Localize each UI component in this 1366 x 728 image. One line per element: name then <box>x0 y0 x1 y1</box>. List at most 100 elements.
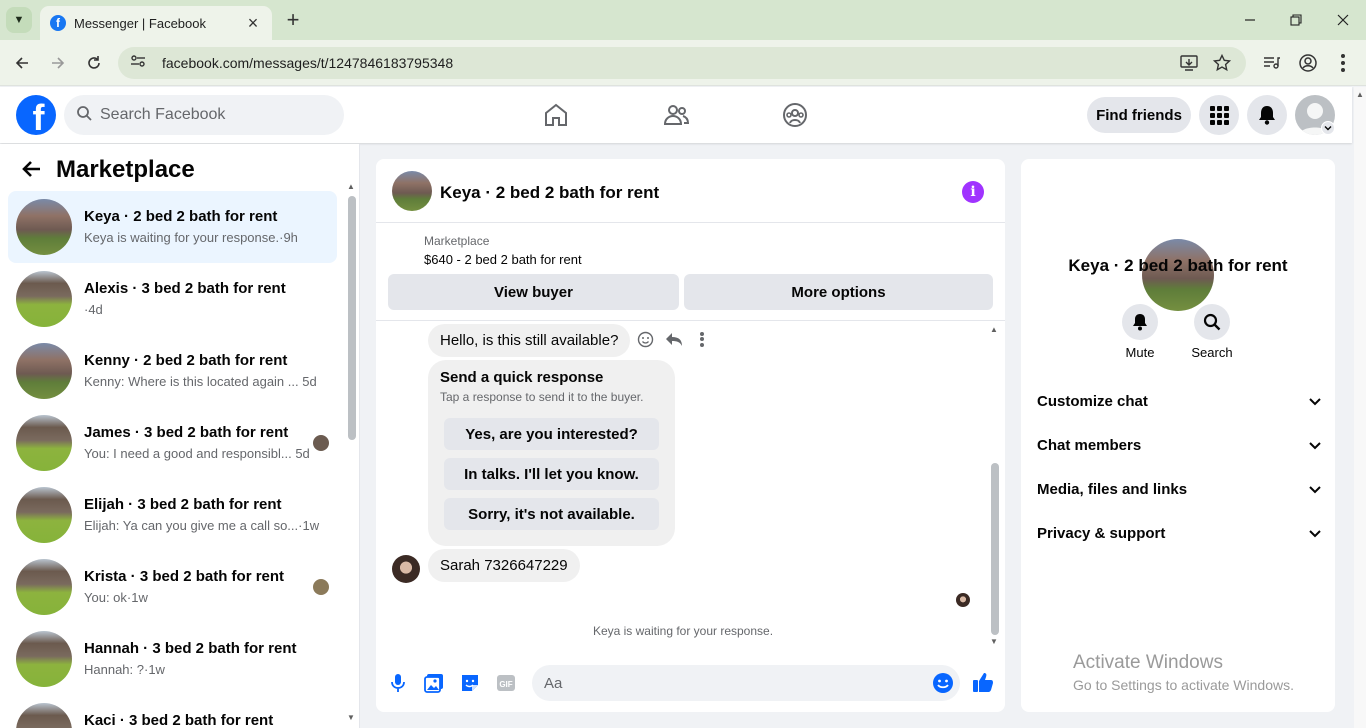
back-arrow-icon[interactable] <box>20 158 44 184</box>
page-scrollbar[interactable] <box>1354 87 1366 728</box>
message-more-icon[interactable] <box>696 331 708 348</box>
message-composer[interactable] <box>532 665 960 701</box>
browser-tab[interactable]: f Messenger | Facebook × <box>40 6 272 40</box>
chat-listing-avatar[interactable] <box>392 171 432 211</box>
new-tab-icon[interactable]: + <box>282 8 304 32</box>
conversation-name: Elijah · 3 bed 2 bath for rent <box>84 496 282 513</box>
conversation-preview: Keya is waiting for your response. <box>84 230 280 245</box>
section-label: Media, files and links <box>1037 480 1188 498</box>
conversation-item[interactable]: Hannah · 3 bed 2 bath for rent Hannah: ?… <box>8 623 337 695</box>
conversation-item[interactable]: Alexis · 3 bed 2 bath for rent ·4d <box>8 263 337 335</box>
tab-title: Messenger | Facebook <box>74 15 206 31</box>
scroll-up-icon[interactable]: ▲ <box>990 325 998 334</box>
view-buyer-button[interactable]: View buyer <box>388 274 679 310</box>
conversation-time: 5d <box>295 446 310 461</box>
search-icon <box>76 105 92 126</box>
conversation-time: ·1w <box>126 590 148 605</box>
message-bubble[interactable]: Sarah 7326647229 <box>428 549 580 582</box>
more-options-button[interactable]: More options <box>684 274 993 310</box>
profile-icon[interactable] <box>1298 53 1318 78</box>
conversation-time: 5d <box>302 374 317 389</box>
menu-grid-icon[interactable] <box>1199 95 1239 135</box>
windows-activation-subtitle: Go to Settings to activate Windows. <box>1073 677 1294 693</box>
conversation-item[interactable]: Krista · 3 bed 2 bath for rent You: ok·1… <box>8 551 337 623</box>
conversation-preview: Hannah: ? <box>84 662 144 677</box>
mute-label: Mute <box>1125 345 1155 360</box>
scroll-down-icon[interactable]: ▼ <box>990 637 998 646</box>
divider <box>376 222 1005 223</box>
chat-members-section[interactable]: Chat members <box>1037 433 1321 457</box>
scroll-up-icon[interactable]: ▲ <box>347 182 355 191</box>
facebook-search-input[interactable] <box>100 106 320 124</box>
message-bubble[interactable]: Hello, is this still available? <box>428 324 631 357</box>
sticker-icon[interactable] <box>459 672 481 694</box>
conversation-name: Krista · 3 bed 2 bath for rent <box>84 568 285 585</box>
forward-icon[interactable] <box>47 52 69 74</box>
read-receipt-avatar <box>956 593 970 607</box>
reload-icon[interactable] <box>83 52 105 74</box>
quick-reply-button[interactable]: Yes, are you interested? <box>444 418 659 450</box>
listing-thumbnail <box>16 199 72 255</box>
chat-scrollbar[interactable] <box>991 463 999 635</box>
conversation-name: Hannah · 3 bed 2 bath for rent <box>84 640 297 657</box>
media-files-links-section[interactable]: Media, files and links <box>1037 477 1321 501</box>
divider <box>376 320 1005 321</box>
thumbs-up-icon[interactable] <box>972 671 994 698</box>
conversation-item[interactable]: Kaci · 3 bed 2 bath for rent <box>8 695 337 728</box>
scroll-down-icon[interactable]: ▼ <box>347 713 355 722</box>
conversation-item[interactable]: Elijah · 3 bed 2 bath for rent Elijah: Y… <box>8 479 337 551</box>
conversation-name: Kaci · 3 bed 2 bath for rent <box>84 712 274 728</box>
listing-thumbnail <box>16 415 72 471</box>
conversation-item[interactable]: Kenny · 2 bed 2 bath for rent Kenny: Whe… <box>8 335 337 407</box>
url-text[interactable]: facebook.com/messages/t/1247846183795348 <box>162 55 453 71</box>
install-app-icon[interactable] <box>1180 54 1198 77</box>
quick-reply-button[interactable]: Sorry, it's not available. <box>444 498 659 530</box>
privacy-support-section[interactable]: Privacy & support <box>1037 521 1321 545</box>
account-chevron-icon[interactable] <box>1321 121 1335 135</box>
close-window-icon[interactable] <box>1333 10 1353 30</box>
quick-reply-button[interactable]: In talks. I'll let you know. <box>444 458 659 490</box>
restore-icon[interactable] <box>1286 10 1306 30</box>
mute-bell-icon[interactable] <box>1122 304 1158 340</box>
conversation-time: ·1w <box>144 662 165 677</box>
emoji-icon[interactable] <box>932 672 954 699</box>
conversation-preview: Elijah: Ya can you give me a call so... <box>84 518 299 533</box>
notifications-bell-icon[interactable] <box>1247 95 1287 135</box>
sidebar-scrollbar[interactable] <box>348 196 356 440</box>
minimize-icon[interactable] <box>1240 10 1260 30</box>
listing-price-title[interactable]: $640 - 2 bed 2 bath for rent <box>424 252 582 267</box>
back-icon[interactable] <box>11 52 33 74</box>
facebook-logo-icon[interactable]: f <box>16 95 56 135</box>
section-label: Chat members <box>1037 436 1142 454</box>
message-input[interactable] <box>544 674 914 692</box>
close-tab-icon[interactable]: × <box>244 13 262 34</box>
sender-avatar[interactable] <box>392 555 420 583</box>
react-emoji-icon[interactable] <box>637 331 654 353</box>
conversation-preview: You: ok <box>84 590 127 605</box>
groups-icon[interactable] <box>780 100 810 130</box>
tab-search-chevron-icon[interactable]: ▼ <box>6 7 32 33</box>
quick-response-title: Send a quick response <box>440 369 604 386</box>
home-icon[interactable] <box>541 100 571 130</box>
friends-icon[interactable] <box>661 100 691 130</box>
reply-icon[interactable] <box>665 331 683 353</box>
conversation-item[interactable]: James · 3 bed 2 bath for rent You: I nee… <box>8 407 337 479</box>
chat-title[interactable]: Keya · 2 bed 2 bath for rent <box>440 183 659 203</box>
site-settings-icon[interactable] <box>130 53 146 74</box>
search-icon[interactable] <box>1194 304 1230 340</box>
find-friends-button[interactable]: Find friends <box>1087 97 1191 133</box>
section-label: Customize chat <box>1037 392 1148 410</box>
address-bar[interactable]: facebook.com/messages/t/1247846183795348 <box>118 47 1246 79</box>
scroll-up-icon[interactable]: ▲ <box>1356 90 1364 99</box>
microphone-icon[interactable] <box>387 672 409 694</box>
customize-chat-section[interactable]: Customize chat <box>1037 389 1321 413</box>
marketplace-label: Marketplace <box>424 234 490 248</box>
gallery-icon[interactable] <box>423 672 445 694</box>
gif-icon[interactable]: GIF <box>495 672 517 694</box>
browser-menu-icon[interactable] <box>1336 53 1350 73</box>
media-controls-icon[interactable] <box>1262 54 1280 77</box>
facebook-search[interactable] <box>64 95 344 135</box>
conversation-item[interactable]: Keya · 2 bed 2 bath for rent Keya is wai… <box>8 191 337 263</box>
bookmark-star-icon[interactable] <box>1212 53 1232 77</box>
info-icon[interactable]: i <box>962 181 984 203</box>
